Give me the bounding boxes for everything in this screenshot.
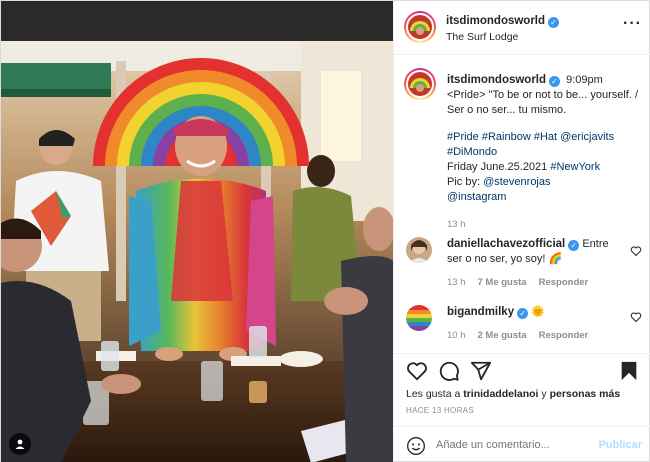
commenter-avatar[interactable] [406,237,432,263]
commenter-avatar[interactable] [406,305,432,331]
comment-icon[interactable] [438,360,460,382]
share-icon[interactable] [470,360,492,382]
comment-like-heart-icon[interactable] [630,245,642,257]
more-horizontal-icon[interactable]: ··· [623,15,642,33]
likes-others[interactable]: personas más [550,388,621,400]
comment-emoji: 🌞 [531,306,545,318]
likes-summary: Les gusta a trinidaddelanoi y personas m… [406,388,620,400]
likes-user[interactable]: trinidaddelanoi [463,388,538,400]
comment-meta: 10 h 2 Me gusta Responder [447,330,600,341]
comment-meta: 13 h 7 Me gusta Responder [447,277,600,288]
post-side-panel: itsdimondosworld ✓ The Surf Lodge ··· its… [393,1,650,462]
comment-item: bigandmilky ✓ 🌞 10 h 2 Me gusta Responder [406,305,642,345]
add-comment-bar: Publicar [394,426,650,462]
caption-age: 13 h [447,219,466,230]
caption-quote: <Pride> "To be or not to be... yourself.… [447,89,639,116]
comment-like-heart-icon[interactable] [630,311,642,323]
verified-badge-icon: ✓ [548,17,560,28]
comment-reply-button[interactable]: Responder [539,277,589,288]
comment-likes[interactable]: 2 Me gusta [478,330,527,341]
bookmark-icon[interactable] [618,360,640,382]
caption-username[interactable]: itsdimondosworld [447,74,546,86]
caption-hashtags-1[interactable]: #Pride #Rainbow #Hat @ericjavits [447,130,643,145]
caption-picby-tag[interactable]: @stevenrojas [483,176,550,188]
tagged-user-icon[interactable] [9,433,31,455]
verified-badge-icon: ✓ [549,76,561,87]
comment-item: daniellachavezofficial ✓ Entre ser o no s… [406,237,642,297]
post-action-bar [394,353,650,385]
caption-instagram-tag[interactable]: @instagram [447,190,643,205]
comment-username[interactable]: daniellachavezofficial [447,238,565,250]
post-header: itsdimondosworld ✓ The Surf Lodge ··· [394,1,650,55]
emoji-icon[interactable] [406,436,426,456]
caption-hashtags-2[interactable]: #DiMondo [447,145,643,160]
likes-middle: y [538,388,550,400]
post-caption: itsdimondosworld ✓ 9:09pm <Pride> "To be … [447,73,643,232]
caption-date-tag[interactable]: #NewYork [550,161,600,173]
comment-likes[interactable]: 7 Me gusta [478,277,527,288]
caption-author-avatar[interactable] [404,68,436,100]
comment-input[interactable] [436,439,586,451]
photo-scene [1,1,393,462]
caption-picby-line: Pic by: @stevenrojas [447,175,643,190]
post-location[interactable]: The Surf Lodge [446,31,559,43]
heart-icon[interactable] [406,360,428,382]
comment-text-block: daniellachavezofficial ✓ Entre ser o no s… [447,237,622,267]
comment-text-block: bigandmilky ✓ 🌞 [447,305,622,320]
likes-prefix: Les gusta a [406,388,464,400]
header-user-block: itsdimondosworld ✓ The Surf Lodge [446,13,560,43]
author-avatar[interactable] [404,11,436,43]
caption-picby-label: Pic by: [447,176,484,188]
post-timestamp[interactable]: HACE 13 HORAS [406,406,474,415]
instagram-post: itsdimondosworld ✓ The Surf Lodge ··· its… [0,0,650,462]
verified-badge-icon: ✓ [517,308,529,319]
comment-age: 10 h [447,330,466,341]
verified-badge-icon: ✓ [568,240,580,251]
comment-age: 13 h [447,277,466,288]
caption-date-line: Friday June.25.2021 #NewYork [447,160,643,175]
author-username[interactable]: itsdimondosworld [446,15,545,27]
caption-date: Friday June.25.2021 [447,161,551,173]
comment-emoji: 🌈 [548,253,563,265]
comment-reply-button[interactable]: Responder [539,330,589,341]
comment-username[interactable]: bigandmilky [447,306,514,318]
post-photo[interactable] [1,1,393,462]
caption-time: 9:09pm [566,74,603,86]
publish-button[interactable]: Publicar [599,439,642,451]
